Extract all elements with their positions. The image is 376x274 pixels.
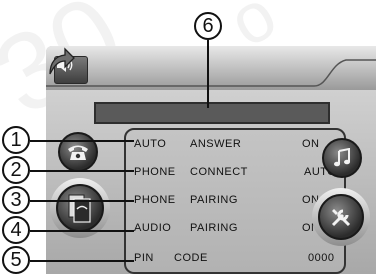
row-label-b: CONNECT: [190, 166, 248, 178]
status-row-audio-pairing: AUDIO PAIRING ON: [134, 222, 340, 238]
phonebook-icon: [68, 194, 91, 223]
callout-6-leader: [207, 40, 209, 108]
row-value: ON: [302, 138, 320, 150]
callout-number: 3: [10, 189, 22, 211]
device-name-display: [94, 102, 330, 124]
callout-2: 2: [2, 156, 30, 184]
status-row-phone-pairing: PHONE PAIRING ON: [134, 194, 340, 210]
top-bar: [46, 46, 376, 90]
callout-2-leader: [30, 170, 134, 172]
callout-number: 4: [10, 219, 22, 241]
row-value: 0000: [308, 252, 335, 264]
callout-number: 2: [10, 159, 22, 181]
row-label-b: ANSWER: [190, 138, 242, 150]
music-note-icon: [334, 148, 350, 167]
row-label-b: PAIRING: [190, 222, 238, 234]
row-label-a: PIN: [134, 252, 154, 264]
callout-number: 5: [10, 249, 22, 271]
status-row-pin-code: PIN CODE 0000: [134, 252, 340, 268]
top-bar-curve: [46, 59, 376, 87]
back-arrow-icon[interactable]: [46, 46, 76, 78]
callout-5: 5: [2, 246, 30, 274]
phonebook-button[interactable]: [56, 184, 104, 232]
callout-3: 3: [2, 186, 30, 214]
row-label-a: AUTO: [134, 138, 167, 150]
callout-1-leader: [30, 140, 134, 142]
phone-button[interactable]: [58, 132, 98, 172]
row-label-b: CODE: [174, 252, 208, 264]
music-button[interactable]: [322, 138, 362, 178]
callout-6: 6: [194, 12, 222, 40]
row-label-b: PAIRING: [190, 194, 238, 206]
callout-number: 1: [10, 129, 22, 151]
settings-button[interactable]: [318, 194, 364, 240]
bluetooth-settings-screen: AUTO ANSWER ON PHONE CONNECT AUTO PHONE …: [46, 46, 376, 274]
status-row-phone-connect: PHONE CONNECT AUTO: [134, 166, 340, 182]
row-label-a: PHONE: [134, 194, 176, 206]
callout-4: 4: [2, 216, 30, 244]
callout-1: 1: [2, 126, 30, 154]
callout-4-leader: [30, 230, 134, 232]
row-label-a: PHONE: [134, 166, 176, 178]
tools-settings-icon: [331, 209, 351, 227]
bluetooth-status-panel: AUTO ANSWER ON PHONE CONNECT AUTO PHONE …: [124, 128, 346, 274]
callout-number: 6: [202, 15, 214, 37]
callout-3-leader: [30, 200, 134, 202]
callout-5-leader: [30, 260, 134, 262]
row-label-a: AUDIO: [134, 222, 172, 234]
telephone-icon: [68, 145, 88, 160]
status-row-auto-answer: AUTO ANSWER ON: [134, 138, 340, 154]
